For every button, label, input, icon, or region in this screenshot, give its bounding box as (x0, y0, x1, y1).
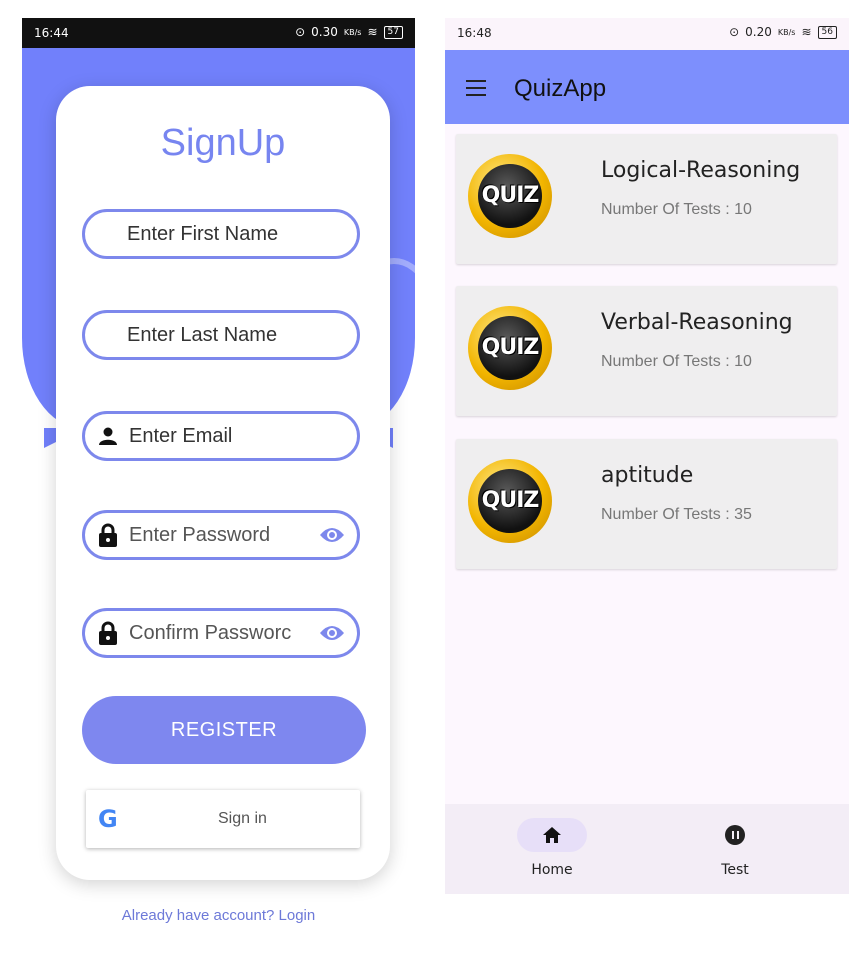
app-bar: QuizApp (445, 50, 849, 124)
bottom-navigation: Home Test (445, 804, 849, 894)
lock-icon (97, 621, 119, 645)
lock-icon (97, 523, 119, 547)
pause-circle-icon (725, 825, 745, 845)
home-icon (543, 827, 561, 843)
signup-card: SignUp Enter First Name Enter Last Name … (56, 86, 390, 880)
quiz-home-screen: 16:48 ⊙ 0.20 KB/s ≋ 56 QuizApp QUIZ Logi… (445, 18, 849, 894)
register-button[interactable]: REGISTER (82, 696, 366, 764)
network-speed: 0.20 (745, 25, 772, 39)
status-bar: 16:44 ⊙ 0.30 KB/s ≋ 57 (22, 18, 415, 48)
google-sign-in-button[interactable]: G Sign in (86, 790, 360, 848)
quiz-card[interactable]: QUIZ aptitude Number Of Tests : 35 (456, 439, 837, 569)
email-field[interactable]: Enter Email (82, 411, 360, 461)
password-placeholder: Enter Password (129, 523, 271, 546)
network-speed-unit: KB/s (343, 27, 362, 37)
quiz-name: Verbal-Reasoning (601, 310, 793, 335)
nav-item-home[interactable]: Home (497, 818, 607, 878)
nav-indicator (517, 818, 587, 852)
wifi-icon: ≋ (367, 25, 378, 39)
google-icon: G (98, 805, 118, 833)
confirm-password-placeholder: Confirm Passworc (129, 621, 292, 644)
confirm-password-field[interactable]: Confirm Passworc (82, 608, 360, 658)
status-time: 16:48 (457, 26, 492, 40)
signup-screen: 16:44 ⊙ 0.30 KB/s ≋ 57 SignUp Enter Firs… (22, 18, 415, 969)
quiz-test-count: Number Of Tests : 35 (601, 506, 752, 523)
wifi-icon: ≋ (801, 25, 812, 39)
nav-label-home: Home (531, 862, 573, 878)
status-icons: ⊙ 0.20 KB/s ≋ 56 (729, 25, 837, 39)
nav-indicator (700, 818, 770, 852)
login-link[interactable]: Already have account? Login (22, 907, 415, 924)
quiz-name: Logical-Reasoning (601, 158, 801, 183)
eye-icon[interactable] (319, 623, 345, 648)
quiz-logo-text: QUIZ (481, 183, 540, 208)
quiz-name: aptitude (601, 463, 694, 488)
last-name-placeholder: Enter Last Name (127, 323, 278, 346)
status-icons: ⊙ 0.30 KB/s ≋ 57 (295, 25, 403, 39)
location-icon: ⊙ (729, 25, 740, 39)
quiz-logo-text: QUIZ (481, 488, 540, 513)
nav-label-test: Test (721, 862, 749, 878)
quiz-card[interactable]: QUIZ Verbal-Reasoning Number Of Tests : … (456, 286, 837, 416)
page-title: SignUp (160, 122, 286, 164)
first-name-field[interactable]: Enter First Name (82, 209, 360, 259)
google-sign-in-label: Sign in (218, 810, 267, 827)
nav-item-test[interactable]: Test (680, 818, 790, 878)
quiz-card[interactable]: QUIZ Logical-Reasoning Number Of Tests :… (456, 134, 837, 264)
quiz-logo: QUIZ (468, 459, 552, 543)
last-name-field[interactable]: Enter Last Name (82, 310, 360, 360)
location-icon: ⊙ (295, 25, 306, 39)
first-name-placeholder: Enter First Name (127, 222, 279, 245)
quiz-test-count: Number Of Tests : 10 (601, 353, 752, 370)
password-field[interactable]: Enter Password (82, 510, 360, 560)
person-icon (97, 427, 119, 445)
quiz-logo: QUIZ (468, 306, 552, 390)
app-title: QuizApp (514, 75, 607, 102)
battery-icon: 56 (817, 25, 837, 39)
quiz-test-count: Number Of Tests : 10 (601, 201, 752, 218)
status-time: 16:44 (34, 26, 69, 40)
quiz-logo: QUIZ (468, 154, 552, 238)
network-speed-unit: KB/s (777, 27, 796, 37)
quiz-logo-text: QUIZ (481, 335, 540, 360)
eye-icon[interactable] (319, 525, 345, 550)
menu-icon[interactable] (466, 80, 486, 101)
network-speed: 0.30 (311, 25, 338, 39)
email-placeholder: Enter Email (129, 424, 233, 447)
status-bar: 16:48 ⊙ 0.20 KB/s ≋ 56 (445, 18, 849, 50)
battery-icon: 57 (383, 25, 403, 39)
